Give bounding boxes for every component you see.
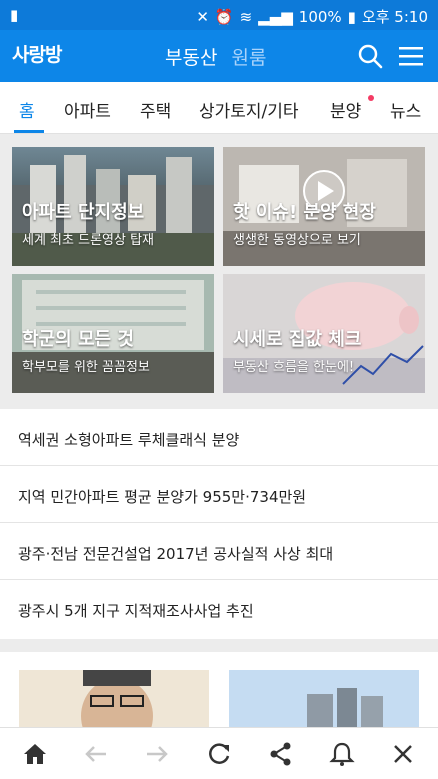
card-subline: 부동산 흐름을 한눈에! [233, 360, 355, 375]
card-headline: 핫 이슈! 분양 현장 [233, 202, 376, 223]
sim-icon: ▮ [10, 6, 19, 24]
clock-text: 오후 5:10 [361, 8, 428, 26]
card-subline: 생생한 동영상으로 보기 [233, 233, 361, 248]
new-dot [368, 95, 374, 101]
card-apartment-info[interactable]: 아파트 단지정보 세계 최초 드론영상 탑재 [12, 147, 214, 266]
card-headline: 아파트 단지정보 [22, 202, 145, 223]
tab-presale[interactable]: 분양 [330, 97, 361, 122]
news-title: 광주시 5개 지구 지적재조사사업 추진 [18, 602, 254, 620]
refresh-icon[interactable] [206, 741, 232, 767]
card-headline: 시세로 집값 체크 [233, 329, 362, 350]
news-title: 광주·전남 전문건설업 2017년 공사실적 사상 최대 [18, 545, 334, 563]
card-price-check[interactable]: 시세로 집값 체크 부동산 흐름을 한눈에! [223, 274, 425, 393]
back-icon[interactable] [83, 741, 109, 767]
mute-icon: ✕ [196, 7, 209, 26]
card-school[interactable]: 학군의 모든 것 학부모를 위한 꼼꼼정보 [12, 274, 214, 393]
card-subline: 세계 최초 드론영상 탑재 [22, 233, 154, 248]
tab-commercial[interactable]: 상가토지/기타 [199, 97, 299, 122]
news-list: 역세권 소형아파트 루체클래식 분양 지역 민간아파트 평균 분양가 955만·… [0, 409, 438, 639]
tab-home[interactable]: 홈 [19, 97, 35, 122]
tab-apartment[interactable]: 아파트 [64, 97, 111, 122]
card-hot-issue[interactable]: 핫 이슈! 분양 현장 생생한 동영상으로 보기 [223, 147, 425, 266]
status-bar: ▮ ✕ ⏰ ≋ ▂▄▆ 100% ▮ 오후 5:10 [0, 0, 438, 30]
section-title: 부동산 원룸 [165, 43, 266, 70]
bell-icon[interactable] [329, 741, 355, 767]
share-icon[interactable] [268, 741, 294, 767]
photo-preview-row [0, 652, 438, 727]
news-title: 역세권 소형아파트 루체클래식 분양 [18, 431, 240, 449]
list-item[interactable]: 역세권 소형아파트 루체클래식 분양 [0, 409, 438, 466]
list-item[interactable]: 광주시 5개 지구 지적재조사사업 추진 [0, 580, 438, 637]
building-photo[interactable] [229, 670, 419, 727]
tab-bar: 홈 아파트 주택 상가토지/기타 분양 뉴스 [0, 82, 438, 134]
app-bar: 사랑방 부동산 원룸 [0, 30, 438, 82]
tab-house[interactable]: 주택 [140, 97, 171, 122]
news-title: 지역 민간아파트 평균 분양가 955만·734만원 [18, 488, 307, 506]
home-icon[interactable] [22, 741, 48, 767]
battery-icon: ▮ [347, 7, 356, 26]
tab-news[interactable]: 뉴스 [390, 97, 421, 122]
title-real-estate[interactable]: 부동산 [165, 47, 217, 69]
feature-grid: 아파트 단지정보 세계 최초 드론영상 탑재 핫 이슈! 분양 현장 생생한 동… [0, 134, 438, 404]
signal-icon: ▂▄▆ [258, 7, 293, 26]
bottom-nav [0, 727, 438, 779]
close-icon[interactable] [390, 741, 416, 767]
building-image [229, 670, 419, 727]
battery-text: 100% [298, 7, 342, 26]
alarm-icon: ⏰ [214, 7, 234, 26]
menu-icon[interactable] [398, 43, 424, 69]
card-subline: 학부모를 위한 꼼꼼정보 [22, 360, 150, 375]
wifi-icon: ≋ [239, 7, 253, 26]
portrait-image [19, 670, 209, 727]
card-headline: 학군의 모든 것 [22, 329, 134, 350]
search-icon[interactable] [357, 43, 383, 69]
active-tab-indicator [14, 130, 44, 133]
person-photo[interactable] [19, 670, 209, 727]
logo[interactable]: 사랑방 [12, 40, 62, 67]
forward-icon[interactable] [144, 741, 170, 767]
list-item[interactable]: 지역 민간아파트 평균 분양가 955만·734만원 [0, 466, 438, 523]
list-item[interactable]: 광주·전남 전문건설업 2017년 공사실적 사상 최대 [0, 523, 438, 580]
title-oneroom[interactable]: 원룸 [232, 47, 267, 69]
